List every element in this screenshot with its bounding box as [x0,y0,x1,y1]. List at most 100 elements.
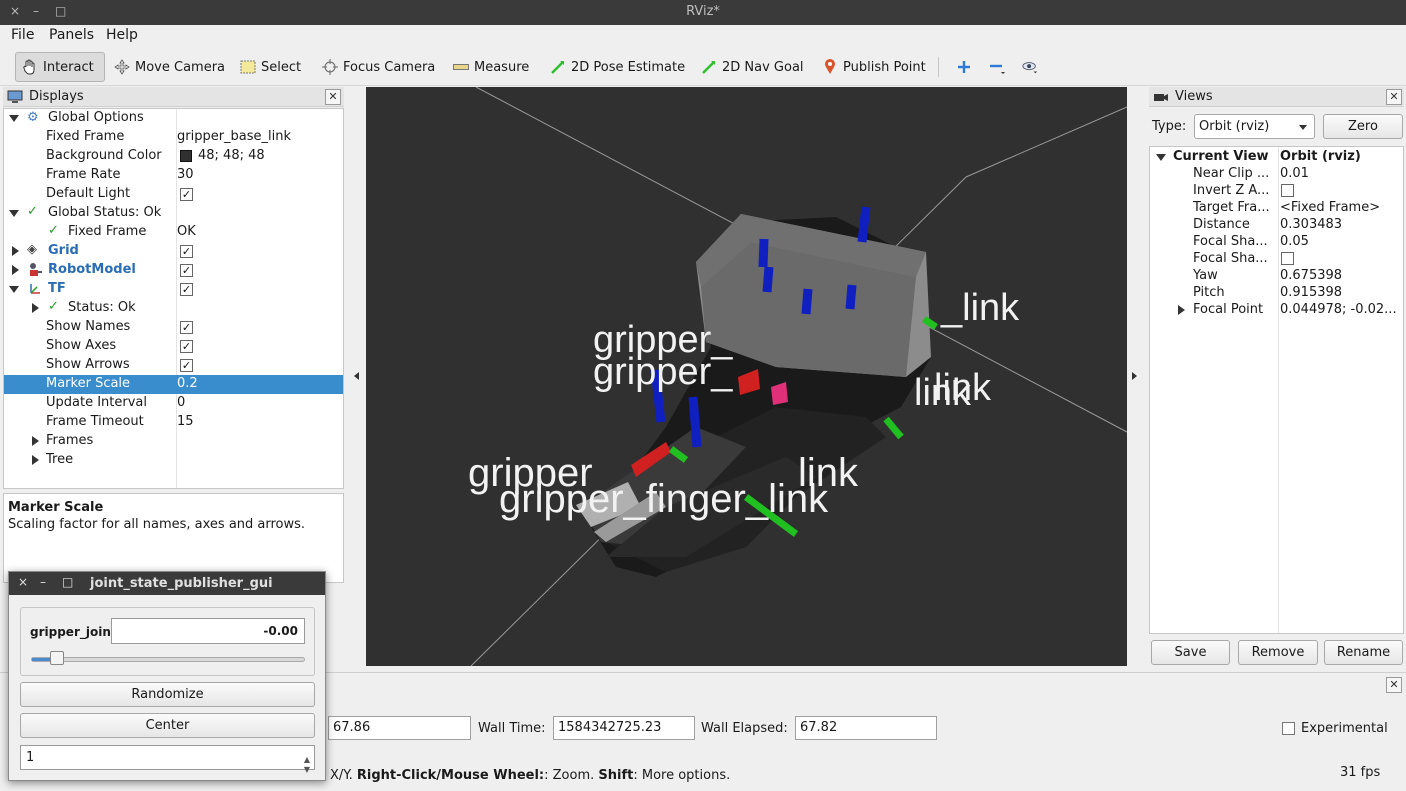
frame-timeout-value[interactable]: 15 [177,414,194,429]
tool-2d-nav-goal[interactable]: 2D Nav Goal [695,52,810,82]
show-arrows-checkbox[interactable]: ✓ [180,359,193,372]
expand-arrow-icon[interactable] [12,246,19,256]
tree-row-update-interval[interactable]: Update Interval 0 [4,394,343,413]
remove-tool-button[interactable] [983,52,1016,82]
ros-elapsed-field[interactable]: 67.86 [328,716,471,740]
joint-count-spinbox[interactable]: 1 ▲ ▼ [20,745,315,774]
default-light-checkbox[interactable]: ✓ [180,188,193,201]
jgui-close-icon[interactable]: × [18,575,28,589]
tf-checkbox[interactable]: ✓ [180,283,193,296]
remove-button[interactable]: Remove [1238,640,1318,665]
tree-label: RobotModel [48,262,136,277]
add-tool-button[interactable] [950,52,983,82]
collapse-right-icon[interactable] [1132,372,1137,380]
jgui-maximize-icon[interactable]: □ [62,575,73,589]
zero-button[interactable]: Zero [1323,114,1403,139]
experimental-checkbox[interactable] [1282,722,1295,735]
menu-help[interactable]: Help [106,27,138,43]
tree-row-frame-timeout[interactable]: Frame Timeout 15 [4,413,343,432]
joint-slider-handle[interactable] [50,651,65,665]
invert-z-checkbox[interactable] [1281,184,1294,197]
views-close-icon[interactable]: ✕ [1386,89,1402,105]
view-value[interactable]: 0.044978; -0.02... [1280,302,1397,317]
displays-close-icon[interactable]: ✕ [325,89,341,105]
spin-down-icon[interactable]: ▼ [304,758,310,781]
tree-row-marker-scale[interactable]: Marker Scale 0.2 [4,375,343,394]
tree-row-global-options[interactable]: ⚙ Global Options [4,109,343,128]
focal-shape-checkbox[interactable] [1281,252,1294,265]
tree-row-tf-status[interactable]: ✓ Status: Ok [4,299,343,318]
grid-checkbox[interactable]: ✓ [180,245,193,258]
tool-focus-camera[interactable]: Focus Camera [316,52,441,82]
view-options-button[interactable] [1016,52,1049,82]
view-value[interactable]: 0.675398 [1280,268,1342,283]
view-value[interactable]: 0.01 [1280,166,1309,181]
expand-arrow-icon[interactable] [12,265,19,275]
ruler-icon [453,59,469,75]
tf-label: gripper_ [593,351,733,393]
expand-arrow-icon[interactable] [9,115,19,122]
time-close-icon[interactable]: ✕ [1386,677,1402,693]
tree-row-frame-rate[interactable]: Frame Rate 30 [4,166,343,185]
tree-row-fixed-frame-status[interactable]: ✓ Fixed Frame OK [4,223,343,242]
tree-row-grid[interactable]: ◈ Grid ✓ [4,242,343,261]
tree-label: Update Interval [46,395,147,410]
wall-time-field[interactable]: 1584342725.23 [553,716,695,740]
color-swatch[interactable] [180,150,192,162]
menu-panels[interactable]: Panels [49,27,94,43]
rename-button[interactable]: Rename [1324,640,1403,665]
tree-row-show-names[interactable]: Show Names ✓ [4,318,343,337]
tree-row-frames[interactable]: Frames [4,432,343,451]
tree-row-tf[interactable]: TF ✓ [4,280,343,299]
randomize-button[interactable]: Randomize [20,682,315,707]
eye-icon [1022,59,1038,75]
tree-row-fixed-frame[interactable]: Fixed Frame gripper_base_link [4,128,343,147]
tree-row-default-light[interactable]: Default Light ✓ [4,185,343,204]
expand-arrow-icon[interactable] [1156,154,1166,161]
menu-file[interactable]: File [11,27,34,43]
robotmodel-checkbox[interactable]: ✓ [180,264,193,277]
collapse-left-icon[interactable] [354,372,359,380]
view-value[interactable]: 0.915398 [1280,285,1342,300]
expand-arrow-icon[interactable] [9,286,19,293]
tree-label: Frame Rate [46,167,121,182]
tree-label: Show Names [46,319,131,334]
expand-arrow-icon[interactable] [32,303,39,313]
view-value[interactable]: 0.05 [1280,234,1309,249]
view-type-select[interactable]: Orbit (rviz) [1194,114,1315,139]
tool-2d-pose-estimate[interactable]: 2D Pose Estimate [544,52,691,82]
background-color-value[interactable]: 48; 48; 48 [198,148,265,163]
tree-row-show-axes[interactable]: Show Axes ✓ [4,337,343,356]
tool-measure[interactable]: Measure [447,52,535,82]
view-row-focal-point[interactable]: Focal Point 0.044978; -0.02... [1150,301,1403,320]
view-value[interactable]: 0.303483 [1280,217,1342,232]
show-names-checkbox[interactable]: ✓ [180,321,193,334]
update-interval-value[interactable]: 0 [177,395,185,410]
center-button[interactable]: Center [20,713,315,738]
tree-row-tree[interactable]: Tree [4,451,343,470]
check-icon: ✓ [48,223,59,238]
tree-row-background-color[interactable]: Background Color 48; 48; 48 [4,147,343,166]
tree-row-global-status[interactable]: ✓ Global Status: Ok [4,204,343,223]
tool-publish-point[interactable]: Publish Point [816,52,932,82]
expand-arrow-icon[interactable] [32,455,39,465]
render-viewport[interactable]: gripper_ gripper_ _link link gripper lin… [366,87,1127,666]
fixed-frame-value[interactable]: gripper_base_link [177,129,291,144]
tree-row-show-arrows[interactable]: Show Arrows ✓ [4,356,343,375]
expand-arrow-icon[interactable] [1178,305,1185,315]
expand-arrow-icon[interactable] [32,436,39,446]
view-value[interactable]: <Fixed Frame> [1280,200,1380,215]
joint-value-field[interactable]: -0.00 [111,618,305,644]
tree-row-robotmodel[interactable]: RobotModel ✓ [4,261,343,280]
tool-select[interactable]: Select [234,52,307,82]
wall-elapsed-field[interactable]: 67.82 [795,716,937,740]
frame-rate-value[interactable]: 30 [177,167,194,182]
save-button[interactable]: Save [1151,640,1230,665]
marker-scale-value[interactable]: 0.2 [177,376,198,391]
tool-interact[interactable]: Interact [15,52,105,82]
tool-move-camera[interactable]: Move Camera [108,52,231,82]
expand-arrow-icon[interactable] [9,210,19,217]
show-axes-checkbox[interactable]: ✓ [180,340,193,353]
joint-slider-track[interactable] [31,657,305,662]
jgui-minimize-icon[interactable]: – [40,575,46,589]
